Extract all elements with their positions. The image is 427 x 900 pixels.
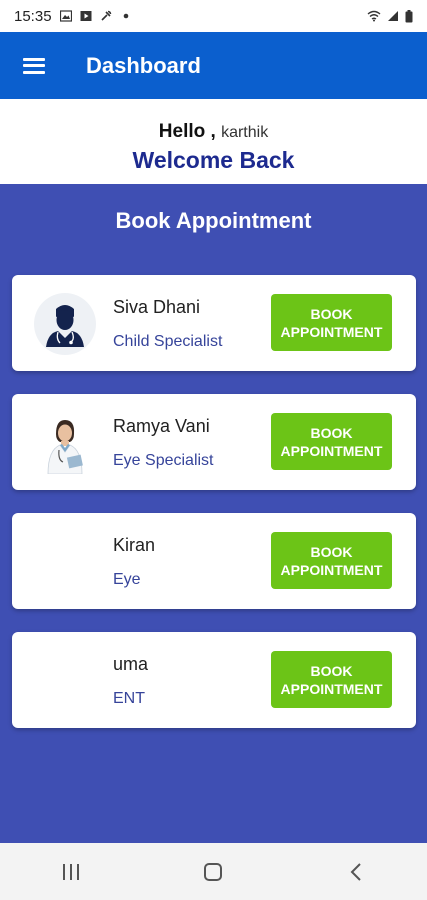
hamburger-menu-icon <box>23 57 45 74</box>
book-appointment-button[interactable]: BOOK APPOINTMENT <box>271 532 392 589</box>
status-bar: 15:35 <box>0 0 427 32</box>
signal-icon <box>388 11 398 21</box>
dot-notification-icon <box>123 13 128 19</box>
doctor-specialty: Child Specialist <box>113 333 223 350</box>
doctor-card: Ramya Vani Eye Specialist BOOK APPOINTME… <box>12 394 416 490</box>
back-icon <box>350 862 361 881</box>
book-appointment-button[interactable]: BOOK APPOINTMENT <box>271 651 392 708</box>
doctor-photo <box>34 412 96 474</box>
doctor-name: uma <box>113 654 149 674</box>
hello-separator: , <box>210 121 216 142</box>
doctor-specialty: ENT <box>113 690 145 707</box>
book-appointment-button[interactable]: BOOK APPOINTMENT <box>271 294 392 351</box>
status-left: 15:35 <box>14 8 132 25</box>
app-bar: Dashboard <box>0 32 427 99</box>
home-button[interactable] <box>183 852 243 892</box>
hello-text: Hello <box>158 121 206 142</box>
hello-line: Hello , karthik <box>0 121 427 143</box>
section-title: Book Appointment <box>115 208 312 233</box>
button-label-line2: APPOINTMENT <box>280 323 383 340</box>
doctor-name: Ramya Vani <box>113 416 210 436</box>
username: karthik <box>221 124 269 141</box>
blank-avatar <box>34 650 96 712</box>
button-label-line1: BOOK <box>310 543 353 560</box>
menu-button[interactable] <box>0 32 68 99</box>
button-label-line1: BOOK <box>310 305 353 322</box>
doctor-name: Siva Dhani <box>113 297 201 317</box>
button-label-line2: APPOINTMENT <box>280 561 383 578</box>
tools-notification-icon <box>100 10 111 21</box>
media-notification-icon <box>80 11 92 21</box>
greeting-panel: Hello , karthik Welcome Back <box>0 99 427 184</box>
system-nav-bar <box>0 843 427 900</box>
back-button[interactable] <box>326 852 386 892</box>
page-title: Dashboard <box>86 52 201 78</box>
doctor-silhouette-icon <box>34 293 96 355</box>
wifi-icon <box>367 10 381 22</box>
recent-apps-icon <box>63 863 80 880</box>
recent-apps-button[interactable] <box>41 852 101 892</box>
status-right <box>367 9 413 23</box>
blank-avatar <box>34 531 96 593</box>
gallery-notification-icon <box>59 10 72 22</box>
button-label-line2: APPOINTMENT <box>280 442 383 459</box>
button-label-line2: APPOINTMENT <box>280 680 383 697</box>
doctor-specialty: Eye Specialist <box>113 452 214 469</box>
book-appointment-button[interactable]: BOOK APPOINTMENT <box>271 413 392 470</box>
home-icon <box>204 862 223 881</box>
doctor-specialty: Eye <box>113 571 141 588</box>
button-label-line1: BOOK <box>310 424 353 441</box>
doctor-name: Kiran <box>113 535 156 555</box>
doctor-card: Siva Dhani Child Specialist BOOK APPOINT… <box>12 275 416 371</box>
welcome-message: Welcome Back <box>132 147 295 173</box>
status-time: 15:35 <box>14 7 52 25</box>
doctor-card: Kiran Eye BOOK APPOINTMENT <box>12 513 416 609</box>
button-label-line1: BOOK <box>310 662 353 679</box>
doctor-card: uma ENT BOOK APPOINTMENT <box>12 632 416 728</box>
battery-icon <box>405 9 413 22</box>
